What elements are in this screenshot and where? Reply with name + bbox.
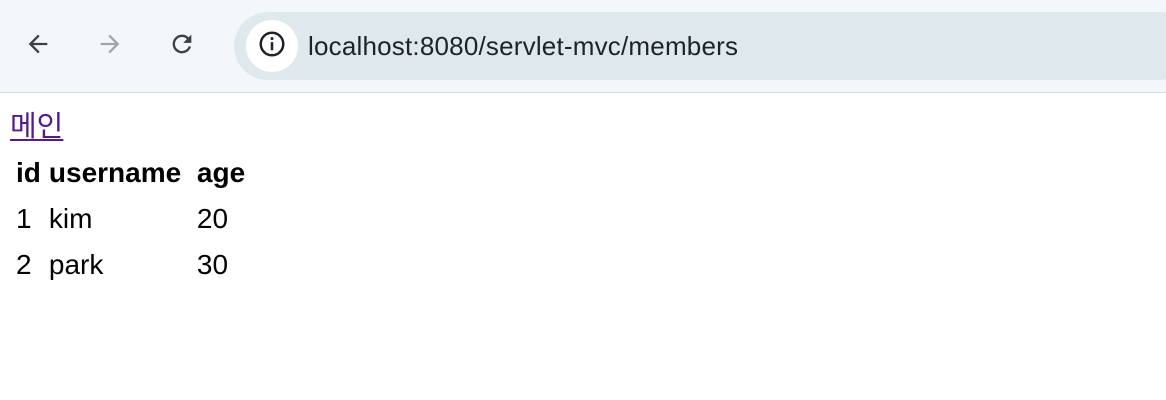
site-info-button[interactable] [246,20,298,72]
table-header-row: id username age [14,152,247,194]
members-table: id username age 1 kim 20 2 park 30 [10,148,251,290]
reload-icon [168,30,196,63]
table-row: 1 kim 20 [14,198,247,240]
back-button[interactable] [18,26,58,66]
home-link[interactable]: 메인 [10,104,63,148]
forward-button[interactable] [90,26,130,66]
cell-age: 30 [196,249,229,280]
header-id: id [16,157,41,188]
address-bar[interactable]: localhost:8080/servlet-mvc/members [234,12,1166,80]
cell-username: kim [48,203,93,234]
info-icon [257,29,287,64]
cell-age: 20 [196,203,229,234]
table-row: 2 park 30 [14,244,247,286]
cell-id: 1 [16,203,32,234]
cell-id: 2 [16,249,32,280]
browser-toolbar: localhost:8080/servlet-mvc/members [0,0,1166,93]
arrow-left-icon [24,30,52,63]
header-username: username [48,157,182,188]
reload-button[interactable] [162,26,202,66]
page-content: 메인 id username age 1 kim 20 2 park 30 [10,104,1150,290]
cell-username: park [48,249,104,280]
arrow-right-icon [96,30,124,63]
url-text[interactable]: localhost:8080/servlet-mvc/members [308,12,738,80]
header-age: age [196,157,246,188]
